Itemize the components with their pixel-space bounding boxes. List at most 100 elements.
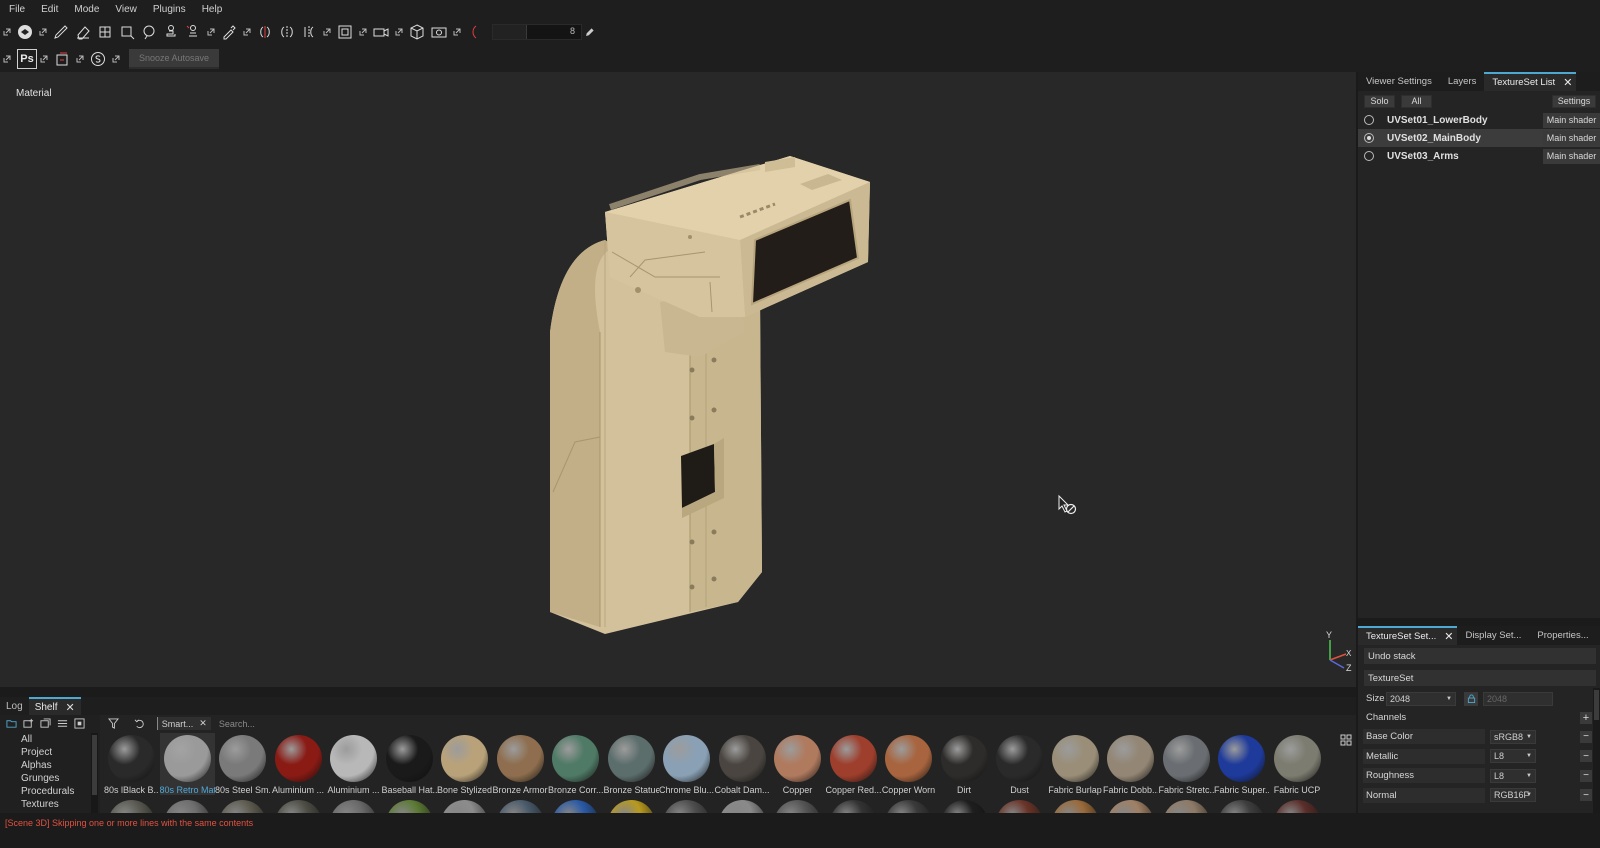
textureset-row[interactable]: UVSet01_LowerBody Main shader xyxy=(1358,111,1600,129)
projection-icon[interactable] xyxy=(94,21,116,43)
substance-logo-icon[interactable] xyxy=(14,21,36,43)
substance-share-icon[interactable] xyxy=(87,48,109,70)
popout-icon[interactable] xyxy=(206,27,216,37)
material-thumbnail[interactable]: Baseball Hat... xyxy=(382,733,437,795)
material-thumbnail[interactable]: Aluminium ... xyxy=(326,733,381,795)
shelf-category-item[interactable]: Procedurals xyxy=(4,785,92,798)
photoshop-export-button[interactable]: Ps xyxy=(17,48,37,69)
material-thumbnail[interactable]: Copper xyxy=(770,733,825,795)
material-preview-sphere[interactable] xyxy=(108,800,155,813)
menu-help[interactable]: Help xyxy=(202,4,223,15)
popout-icon[interactable] xyxy=(2,27,12,37)
menu-view[interactable]: View xyxy=(115,4,137,15)
material-preview-sphere[interactable] xyxy=(663,800,710,813)
solo-button[interactable]: Solo xyxy=(1364,94,1395,108)
material-thumbnail[interactable]: Bronze Armor xyxy=(493,733,548,795)
remove-channel-button[interactable]: − xyxy=(1580,750,1592,763)
material-preview-sphere[interactable] xyxy=(1051,800,1099,813)
channel-format-dropdown[interactable]: sRGB8 ▼ xyxy=(1490,729,1536,744)
remove-channel-button[interactable]: − xyxy=(1580,789,1592,802)
material-thumbnail[interactable]: Cobalt Dam... xyxy=(715,733,770,795)
material-thumbnail[interactable]: Dust xyxy=(992,733,1047,795)
expand-icon[interactable] xyxy=(72,718,86,730)
material-preview-sphere[interactable] xyxy=(219,800,266,813)
channel-format-dropdown[interactable]: L8 ▼ xyxy=(1490,768,1536,783)
settings-scrollbar[interactable] xyxy=(1593,688,1600,813)
material-preview-sphere[interactable] xyxy=(885,800,932,813)
shelf-category-item[interactable]: Grunges xyxy=(4,772,92,785)
eraser-icon[interactable] xyxy=(72,21,94,43)
popout-icon[interactable] xyxy=(39,54,49,64)
close-icon[interactable]: ✕ xyxy=(65,701,74,714)
popout-icon[interactable] xyxy=(75,54,85,64)
material-thumbnail[interactable]: Fabric UCP xyxy=(1270,733,1325,795)
menu-mode[interactable]: Mode xyxy=(74,4,99,15)
tab-shelf[interactable]: Shelf ✕ xyxy=(28,697,81,715)
close-icon[interactable]: ✕ xyxy=(199,718,207,729)
polygon-fill-icon[interactable] xyxy=(116,21,138,43)
undo-stack-header[interactable]: Undo stack xyxy=(1364,648,1596,664)
all-button[interactable]: All xyxy=(1401,94,1432,108)
popout-icon[interactable] xyxy=(2,54,12,64)
export-textures-icon[interactable] xyxy=(51,48,73,70)
cube-view-icon[interactable] xyxy=(406,21,428,43)
shader-assign-button[interactable]: Main shader xyxy=(1543,130,1600,146)
material-preview-sphere[interactable] xyxy=(774,800,821,813)
size-dropdown[interactable]: 2048 ▼ xyxy=(1386,691,1456,706)
close-icon[interactable]: ✕ xyxy=(1444,630,1453,643)
popout-icon[interactable] xyxy=(394,27,404,37)
material-preview-sphere[interactable] xyxy=(552,800,599,813)
channel-format-dropdown[interactable]: L8 ▼ xyxy=(1490,749,1536,764)
tab-properties[interactable]: Properties... xyxy=(1529,626,1596,645)
material-preview-sphere[interactable] xyxy=(385,800,433,813)
material-preview-sphere[interactable] xyxy=(996,800,1043,813)
material-thumbnail[interactable]: Copper Red... xyxy=(826,733,881,795)
material-thumbnail[interactable]: Dirt xyxy=(937,733,992,795)
folder-icon[interactable] xyxy=(4,718,18,730)
tab-textureset-list[interactable]: TextureSet List ✕ xyxy=(1484,72,1577,91)
material-thumbnail[interactable]: Chrome Blu... xyxy=(659,733,714,795)
new-shelf-icon[interactable] xyxy=(21,718,35,730)
popout-icon[interactable] xyxy=(38,27,48,37)
popout-icon[interactable] xyxy=(358,27,368,37)
shader-assign-button[interactable]: Main shader xyxy=(1543,148,1600,164)
shader-assign-button[interactable]: Main shader xyxy=(1543,112,1600,128)
material-thumbnail[interactable]: Copper Worn xyxy=(881,733,936,795)
material-preview-sphere[interactable] xyxy=(1218,800,1265,813)
material-preview-sphere[interactable] xyxy=(940,800,988,813)
scrollbar-thumb[interactable] xyxy=(92,735,97,795)
remove-channel-button[interactable]: − xyxy=(1580,730,1592,743)
textureset-radio[interactable] xyxy=(1364,115,1374,125)
popout-icon[interactable] xyxy=(242,27,252,37)
menu-edit[interactable]: Edit xyxy=(41,4,58,15)
channel-format-dropdown[interactable]: RGB16F ▼ xyxy=(1490,788,1536,803)
material-thumbnail[interactable]: 80s Retro Mat xyxy=(159,733,215,795)
material-thumbnail[interactable]: Fabric Burlap xyxy=(1048,733,1103,795)
popout-icon[interactable] xyxy=(322,27,332,37)
edit-pencil-icon[interactable] xyxy=(582,21,596,43)
material-preview-sphere[interactable] xyxy=(718,800,766,813)
material-thumbnail[interactable]: Aluminium ... xyxy=(271,733,326,795)
textureset-header[interactable]: TextureSet xyxy=(1364,670,1596,686)
material-thumbnail[interactable]: Fabric Stretc... xyxy=(1159,733,1214,795)
add-channel-button[interactable]: + xyxy=(1580,711,1592,724)
shelf-category-item[interactable]: Project xyxy=(4,746,92,759)
textureset-row[interactable]: UVSet02_MainBody Main shader xyxy=(1358,129,1600,147)
material-thumbnail[interactable]: Bone Stylized xyxy=(437,733,492,795)
material-preview-sphere[interactable] xyxy=(607,800,655,813)
brush-size-slider[interactable]: 8 xyxy=(492,24,582,40)
import-icon[interactable] xyxy=(38,718,52,730)
lock-ratio-button[interactable] xyxy=(1464,691,1478,706)
material-preview-sphere[interactable] xyxy=(829,800,877,813)
shelf-category-item[interactable]: Alphas xyxy=(4,759,92,772)
panel-divider[interactable] xyxy=(1358,618,1600,626)
material-preview-sphere[interactable] xyxy=(274,800,322,813)
list-view-icon[interactable] xyxy=(55,718,69,730)
paint-brush-icon[interactable] xyxy=(50,21,72,43)
material-preview-sphere[interactable] xyxy=(1273,800,1321,813)
shelf-category-item[interactable]: All xyxy=(4,733,92,746)
material-thumbnail[interactable]: 80s Steel Sm... xyxy=(215,733,270,795)
remove-channel-button[interactable]: − xyxy=(1580,769,1592,782)
symmetry-mirror-icon[interactable] xyxy=(276,21,298,43)
tab-display-settings[interactable]: Display Set... xyxy=(1457,626,1529,645)
